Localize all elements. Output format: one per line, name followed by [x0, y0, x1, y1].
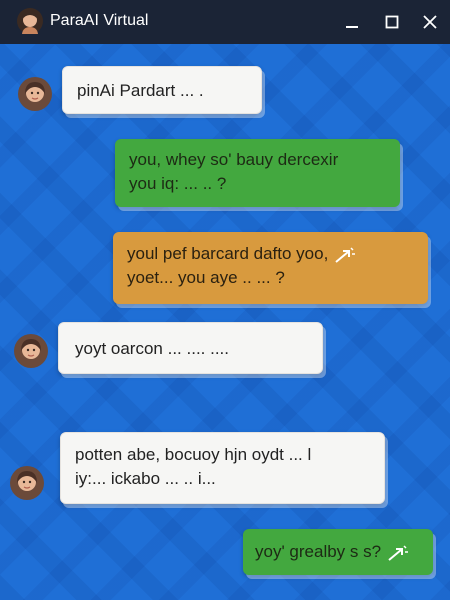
message-text: iy:... ickabo ... .. i... [75, 469, 216, 488]
message-bubble-incoming: pinAi Pardart ... . [62, 66, 262, 114]
user-avatar-icon [14, 334, 48, 368]
message-text: yoy' grealby s s? [255, 540, 421, 564]
minimize-icon [346, 26, 358, 28]
message-text: you iq: ... .. ? [129, 174, 227, 193]
message-text: yoet... you aye .. ... ? [127, 268, 285, 287]
close-button[interactable] [416, 8, 444, 36]
minimize-button[interactable] [338, 8, 366, 36]
user-avatar-icon [10, 466, 44, 500]
window-title: ParaAI Virtual [50, 12, 149, 29]
maximize-icon [385, 15, 399, 29]
message-text: yoyt oarcon ... .... .... [75, 339, 230, 358]
message-text: youl pef barcard dafto yoo, [127, 242, 414, 266]
user-avatar-icon [18, 77, 52, 111]
message-text: potten abe, bocuoy hjn oydt ... l [75, 445, 312, 464]
chat-area[interactable]: pinAi Pardart ... . you, whey so' bauy d… [0, 44, 450, 600]
user-avatar-icon [17, 8, 43, 34]
close-icon [423, 15, 437, 29]
sparkle-arrow-icon [388, 544, 409, 561]
message-text: you, whey so' bauy dercexir [129, 150, 339, 169]
title-bar: ParaAI Virtual [0, 0, 450, 44]
message-bubble-outgoing: yoy' grealby s s? [243, 529, 433, 575]
message-bubble-incoming: yoyt oarcon ... .... .... [58, 322, 323, 374]
message-bubble-outgoing: you, whey so' bauy dercexir you iq: ... … [115, 139, 400, 207]
message-bubble-incoming: potten abe, bocuoy hjn oydt ... l iy:...… [60, 432, 385, 504]
message-bubble-outgoing: youl pef barcard dafto yoo, yoet... you … [113, 232, 428, 304]
sparkle-arrow-icon [335, 246, 356, 263]
message-text: pinAi Pardart ... . [77, 81, 204, 100]
maximize-button[interactable] [378, 8, 406, 36]
